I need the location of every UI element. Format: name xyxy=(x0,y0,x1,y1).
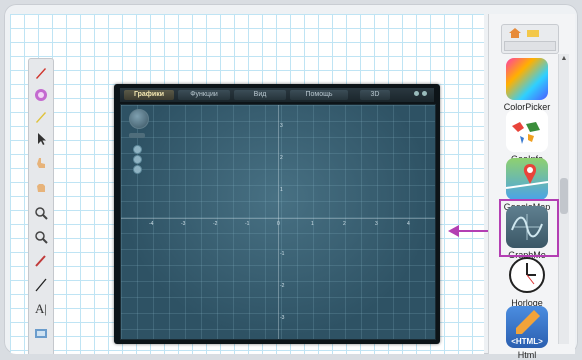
x-tick: 2 xyxy=(343,221,346,227)
graph-plot-area[interactable]: -4 -3 -2 -1 0 1 2 3 4 3 2 1 -1 -2 -3 xyxy=(120,104,436,340)
hand-pointer-icon[interactable] xyxy=(31,153,51,173)
x-tick: 4 xyxy=(407,221,410,227)
y-tick: 1 xyxy=(280,187,283,193)
zoom-in-icon[interactable] xyxy=(31,203,51,223)
close-dot-icon[interactable] xyxy=(422,91,427,96)
pen-red-icon[interactable] xyxy=(31,63,51,83)
line-tool-icon[interactable] xyxy=(31,275,51,295)
zoom-slider[interactable] xyxy=(129,133,145,138)
text-tool-icon[interactable]: A| xyxy=(31,299,51,319)
x-tick: 0 xyxy=(277,221,280,227)
zoom-reset-dot-icon[interactable] xyxy=(133,155,142,164)
x-tick: 3 xyxy=(375,221,378,227)
y-tick: -2 xyxy=(280,283,285,289)
menu-functions[interactable]: Функции xyxy=(178,90,230,100)
widget-html[interactable]: <HTML> Html xyxy=(497,306,557,360)
zoom-in-dot-icon[interactable] xyxy=(133,145,142,154)
widget-colorpicker[interactable]: ColorPicker xyxy=(497,58,557,112)
left-toolbar: A| xyxy=(28,58,54,354)
x-tick: 1 xyxy=(311,221,314,227)
x-tick: -2 xyxy=(213,221,218,227)
widget-horloge[interactable]: Horloge xyxy=(497,254,557,308)
y-tick: 3 xyxy=(280,123,283,129)
scroll-up-icon[interactable]: ▲ xyxy=(559,54,569,64)
settings-dot-icon[interactable] xyxy=(414,91,419,96)
x-tick: -4 xyxy=(149,221,154,227)
widget-scrollbar[interactable]: ▲ xyxy=(558,54,569,344)
clock-icon xyxy=(506,254,548,296)
zoom-out-icon[interactable] xyxy=(31,227,51,247)
x-tick: -1 xyxy=(245,221,250,227)
eraser-icon[interactable] xyxy=(31,85,51,105)
widget-label: Html xyxy=(517,350,537,360)
library-nav[interactable] xyxy=(501,24,559,54)
color-picker-icon xyxy=(506,58,548,100)
html-badge: <HTML> xyxy=(511,337,543,346)
home-icon[interactable] xyxy=(508,27,522,39)
hand-pan-icon[interactable] xyxy=(31,177,51,197)
capture-icon[interactable] xyxy=(31,323,51,343)
y-tick: -1 xyxy=(280,251,285,257)
selected-widget-highlight xyxy=(499,199,559,257)
menu-view[interactable]: Вид xyxy=(234,90,286,100)
graphme-window[interactable]: Графики Функции Вид Помощь 3D -4 -3 -2 -… xyxy=(114,84,440,344)
y-tick: 2 xyxy=(280,155,283,161)
map-pin-icon xyxy=(506,158,548,200)
html-pencil-icon: <HTML> xyxy=(506,306,548,348)
zoom-out-dot-icon[interactable] xyxy=(133,165,142,174)
y-tick: -3 xyxy=(280,315,285,321)
world-map-icon xyxy=(506,110,548,152)
graph-menu-bar: Графики Функции Вид Помощь 3D xyxy=(120,88,434,102)
laser-pointer-icon[interactable] xyxy=(31,251,51,271)
pointer-icon[interactable] xyxy=(31,129,51,149)
folder-icon[interactable] xyxy=(526,28,540,38)
pan-control-icon[interactable] xyxy=(129,109,149,129)
mode-3d-button[interactable]: 3D xyxy=(360,90,390,100)
x-tick: -3 xyxy=(181,221,186,227)
widget-geoinfo[interactable]: GeoInfo xyxy=(497,110,557,164)
highlighter-icon[interactable] xyxy=(31,107,51,127)
menu-graphs[interactable]: Графики xyxy=(124,90,174,100)
nav-scrollbar[interactable] xyxy=(504,41,556,51)
menu-help[interactable]: Помощь xyxy=(290,90,348,100)
scroll-thumb[interactable] xyxy=(560,178,568,214)
